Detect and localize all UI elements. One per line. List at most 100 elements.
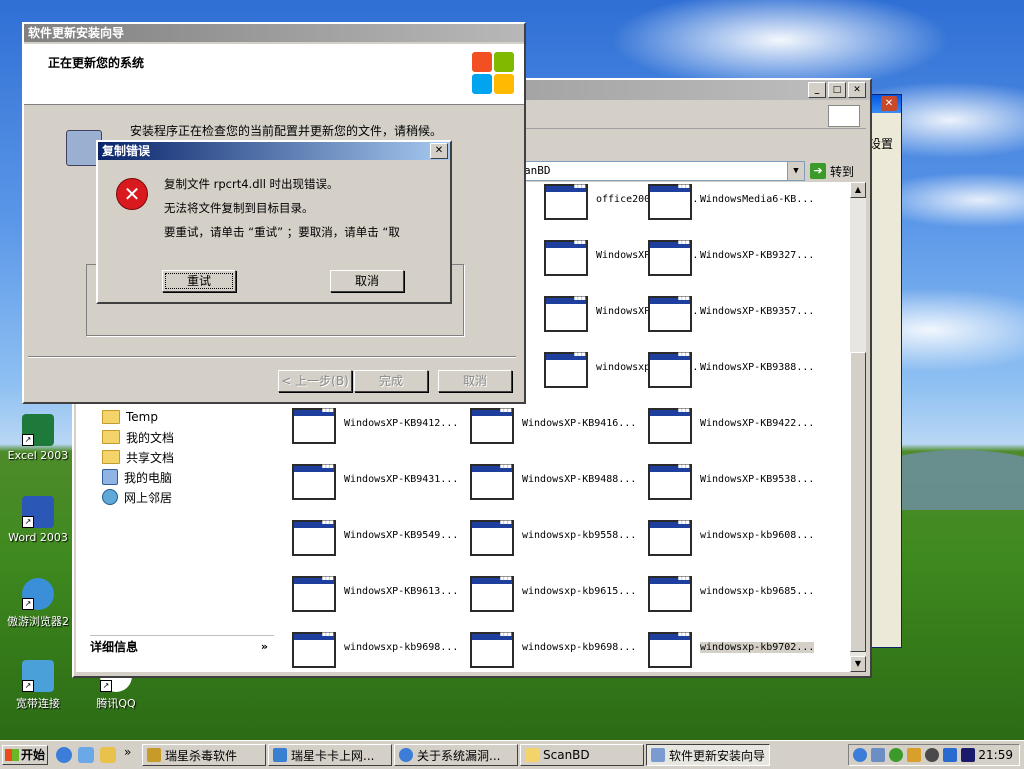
tray-app-icon[interactable] — [961, 748, 975, 762]
file-name: windowsxp-kb9685... — [700, 586, 815, 597]
wizard-cancel-button[interactable]: 取消 — [438, 370, 512, 392]
taskbar-item[interactable]: 瑞星卡卡上网... — [268, 744, 392, 766]
tray-shield-icon[interactable] — [943, 748, 957, 762]
executable-icon — [292, 630, 336, 668]
start-button[interactable]: 开始 — [2, 745, 48, 765]
desktop-icon-label: Word 2003 — [8, 531, 68, 544]
file-name: WindowsXP-KB9538... — [700, 474, 815, 485]
close-button[interactable]: ✕ — [848, 82, 866, 98]
file-item[interactable]: windowsxp-kb9615... — [470, 574, 646, 620]
file-item[interactable]: WindowsXP-KB9538... — [648, 462, 824, 508]
executable-icon — [292, 518, 336, 556]
taskbar-item[interactable]: 关于系统漏洞... — [394, 744, 518, 766]
taskbar-item-active[interactable]: 软件更新安装向导 — [646, 744, 770, 766]
go-arrow-icon: ➔ — [810, 163, 826, 179]
file-item[interactable]: WindowsXP-KB9422... — [648, 406, 824, 452]
file-item[interactable]: WindowsXP-KB9357... — [648, 294, 824, 340]
settings-link[interactable]: 设置 — [869, 135, 893, 152]
taskbar-item[interactable]: ScanBD — [520, 744, 644, 766]
file-item[interactable]: WindowsXP-KB9488... — [470, 462, 646, 508]
tray-media-icon[interactable] — [925, 748, 939, 762]
file-item[interactable]: WindowsMedia6-KB... — [648, 182, 824, 228]
file-item[interactable]: windowsxp-kb9698... — [292, 630, 468, 676]
scroll-up-icon[interactable]: ▲ — [850, 182, 866, 198]
desktop-quicklaunch-icon[interactable] — [100, 747, 116, 763]
error-message-line: 复制文件 rpcrt4.dll 时出现错误。 — [164, 177, 339, 191]
address-field[interactable]: anBD ▼ — [521, 161, 805, 181]
windows-logo-icon — [828, 105, 860, 127]
error-message-line: 无法将文件复制到目标目录。 — [164, 201, 314, 215]
start-label: 开始 — [21, 748, 46, 762]
go-label: 转到 — [830, 164, 855, 179]
installer-icon — [651, 748, 665, 762]
file-item[interactable]: windowsxp-kb9558... — [470, 518, 646, 564]
folder-icon — [102, 450, 120, 464]
maxthon-browser-icon: ↗ — [22, 578, 54, 610]
wizard-message: 安装程序正在检查您的当前配置并更新您的文件，请稍候。 — [130, 124, 443, 138]
vertical-scrollbar[interactable]: ▲ ▼ — [850, 182, 866, 672]
quicklaunch-overflow-icon[interactable]: » — [124, 745, 131, 759]
file-item[interactable]: WindowsXP-KB9549... — [292, 518, 468, 564]
executable-icon — [470, 462, 514, 500]
copy-error-dialog[interactable]: 复制错误 ✕ ✕ 复制文件 rpcrt4.dll 时出现错误。 无法将文件复制到… — [96, 140, 452, 304]
error-cancel-button[interactable]: 取消 — [330, 270, 404, 292]
close-icon[interactable]: ✕ — [430, 143, 448, 159]
chevron-down-icon[interactable]: ▼ — [787, 162, 804, 180]
error-icon: ✕ — [116, 178, 148, 210]
taskbar-item[interactable]: 瑞星杀毒软件 — [142, 744, 266, 766]
tray-browser-icon[interactable] — [853, 748, 867, 762]
file-item[interactable]: WindowsXP-KB9388... — [648, 350, 824, 396]
tree-item-temp[interactable]: Temp — [102, 408, 158, 426]
desktop-icon-broadband[interactable]: ↗ 宽带连接 — [0, 660, 76, 711]
executable-icon — [544, 182, 588, 220]
network-icon — [102, 489, 118, 505]
media-quicklaunch-icon[interactable] — [78, 747, 94, 763]
scroll-thumb[interactable] — [850, 352, 866, 652]
windows-flag-icon — [5, 749, 19, 761]
file-item[interactable]: windowsxp-kb9698... — [470, 630, 646, 676]
desktop-icon-label: Excel 2003 — [7, 449, 69, 462]
retry-button[interactable]: 重试 — [162, 270, 236, 292]
error-message-line: 要重试，请单击 “重试” ；要取消，请单击 “取 — [164, 225, 400, 239]
tray-security-icon[interactable] — [889, 748, 903, 762]
file-item[interactable]: WindowsXP-KB9416... — [470, 406, 646, 452]
file-item[interactable]: windowsxp-kb9608... — [648, 518, 824, 564]
close-icon[interactable]: ✕ — [881, 96, 897, 111]
file-item[interactable]: WindowsXP-KB9613... — [292, 574, 468, 620]
desktop-icon-maxthon[interactable]: ↗ 傲游浏览器2 — [0, 578, 76, 629]
executable-icon — [648, 518, 692, 556]
file-item[interactable]: WindowsXP-KB9431... — [292, 462, 468, 508]
desktop-icon-word[interactable]: ↗ Word 2003 — [0, 496, 76, 544]
tree-item-network[interactable]: 网上邻居 — [102, 488, 172, 506]
finish-button[interactable]: 完成 — [354, 370, 428, 392]
file-item[interactable]: WindowsXP-KB9412... — [292, 406, 468, 452]
file-name: windowsxp-kb9608... — [700, 530, 815, 541]
wizard-titlebar[interactable]: 软件更新安装向导 — [24, 24, 524, 42]
taskbar-item-label: 关于系统漏洞... — [417, 748, 501, 763]
tree-item-my-documents[interactable]: 我的文档 — [102, 428, 174, 446]
scroll-down-icon[interactable]: ▼ — [850, 656, 866, 672]
error-dialog-titlebar[interactable]: 复制错误 ✕ — [98, 142, 450, 160]
details-section-header[interactable]: 详细信息 » — [90, 635, 274, 658]
tray-antivirus-icon[interactable] — [907, 748, 921, 762]
browser-quicklaunch-icon[interactable] — [56, 747, 72, 763]
address-value: anBD — [524, 164, 551, 177]
background-window[interactable]: ✕ 设置 — [868, 94, 902, 648]
clock[interactable]: 21:59 — [978, 748, 1013, 762]
desktop-icon-excel[interactable]: ↗ Excel 2003 — [0, 414, 76, 462]
maximize-button[interactable]: □ — [828, 82, 846, 98]
file-item[interactable]: WindowsXP-KB9327... — [648, 238, 824, 284]
tree-item-shared-documents[interactable]: 共享文档 — [102, 448, 174, 466]
go-button[interactable]: ➔ 转到 — [810, 161, 854, 181]
chevron-down-icon[interactable]: » — [261, 636, 268, 658]
minimize-button[interactable]: _ — [808, 82, 826, 98]
file-item[interactable]: windowsxp-kb9685... — [648, 574, 824, 620]
tree-item-my-computer[interactable]: 我的电脑 — [102, 468, 172, 486]
details-label: 详细信息 — [90, 640, 139, 654]
back-button[interactable]: < 上一步(B) — [278, 370, 352, 392]
file-item-selected[interactable]: windowsxp-kb9702... — [648, 630, 824, 676]
browser-icon — [399, 748, 413, 762]
tree-item-label: Temp — [126, 410, 158, 424]
rising-antivirus-icon — [147, 748, 161, 762]
tray-network-icon[interactable] — [871, 748, 885, 762]
